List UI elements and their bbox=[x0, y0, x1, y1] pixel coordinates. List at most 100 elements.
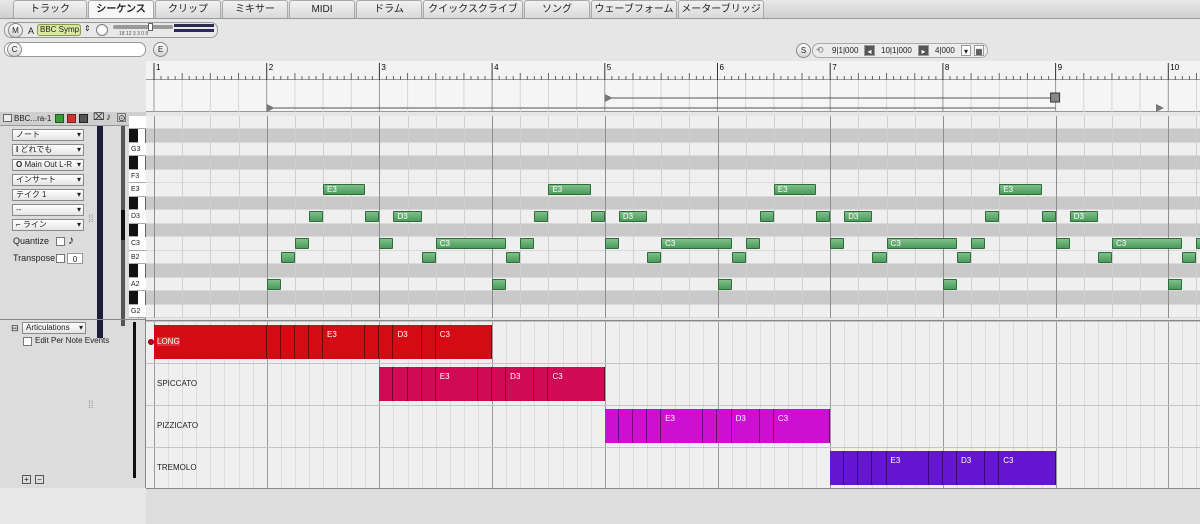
vertical-scroll-thumb[interactable] bbox=[121, 210, 125, 240]
black-key[interactable] bbox=[129, 129, 138, 143]
articulation-segment[interactable] bbox=[294, 325, 309, 359]
dash-dropdown[interactable]: -- bbox=[12, 204, 84, 216]
horizontal-scroll-area[interactable] bbox=[146, 488, 1200, 524]
transpose-checkbox[interactable] bbox=[56, 254, 65, 263]
articulation-block[interactable]: E3 D3 C3 bbox=[154, 325, 493, 359]
snap-button[interactable]: S bbox=[796, 43, 811, 58]
midi-note[interactable] bbox=[731, 251, 746, 263]
midi-note[interactable] bbox=[520, 238, 535, 250]
tab-quickscribe[interactable]: クイックスクライブ bbox=[423, 0, 523, 18]
articulation-lanes[interactable]: E3 D3 C3 LONG E3 D3 C3 SPICCATO E3 D3 C3 PIZZICATO E… bbox=[146, 320, 1200, 488]
articulation-segment[interactable] bbox=[478, 367, 493, 401]
record-button[interactable] bbox=[67, 114, 76, 123]
articulation-segment[interactable] bbox=[632, 409, 648, 443]
midi-note[interactable] bbox=[745, 238, 760, 250]
articulation-segment[interactable] bbox=[421, 367, 436, 401]
articulation-segment[interactable]: D3 bbox=[393, 325, 422, 359]
loop-length[interactable]: 4|000 bbox=[935, 46, 955, 55]
midi-note[interactable]: C3 bbox=[435, 238, 507, 250]
midi-note[interactable] bbox=[604, 238, 619, 250]
midi-note[interactable] bbox=[308, 211, 324, 223]
quantize-checkbox[interactable] bbox=[56, 237, 65, 246]
tab-clip[interactable]: クリップ bbox=[155, 0, 221, 18]
volume-slider-thumb[interactable] bbox=[148, 23, 153, 31]
line-dropdown[interactable]: ⌐ ライン bbox=[12, 219, 84, 231]
midi-note[interactable] bbox=[294, 238, 309, 250]
transpose-value[interactable]: 0 bbox=[67, 253, 83, 264]
insert-dropdown[interactable]: インサート bbox=[12, 174, 84, 186]
midi-note[interactable] bbox=[647, 251, 662, 263]
articulation-segment[interactable]: C3 bbox=[435, 325, 493, 359]
midi-note[interactable]: E3 bbox=[323, 184, 366, 196]
midi-note[interactable] bbox=[1041, 211, 1056, 223]
articulation-segment[interactable] bbox=[379, 367, 394, 401]
articulation-segment[interactable]: C3 bbox=[773, 409, 831, 443]
white-key[interactable] bbox=[129, 116, 146, 130]
midi-note[interactable] bbox=[534, 211, 549, 223]
midi-note[interactable] bbox=[280, 251, 295, 263]
tab-drum[interactable]: ドラム bbox=[356, 0, 422, 18]
articulation-segment[interactable] bbox=[393, 367, 408, 401]
articulation-segment[interactable] bbox=[365, 325, 380, 359]
midi-note[interactable] bbox=[365, 211, 380, 223]
black-key[interactable] bbox=[129, 264, 138, 278]
loop-end-arrow-icon[interactable]: ▸ bbox=[918, 45, 929, 56]
articulations-dropdown[interactable]: Articulations bbox=[22, 322, 86, 334]
midi-note[interactable]: D3 bbox=[393, 211, 422, 223]
articulation-segment[interactable] bbox=[830, 451, 845, 485]
edit-per-note-checkbox[interactable] bbox=[23, 337, 32, 346]
midi-note[interactable] bbox=[872, 251, 887, 263]
articulation-segment[interactable] bbox=[407, 367, 422, 401]
articulation-segment[interactable] bbox=[421, 325, 436, 359]
midi-note[interactable] bbox=[590, 211, 605, 223]
note-icon[interactable]: ♪ bbox=[106, 112, 111, 123]
tab-meterbridge[interactable]: メーターブリッジ bbox=[678, 0, 764, 18]
track-name[interactable]: BBC...ra-1 bbox=[14, 114, 51, 123]
monitor-button[interactable] bbox=[79, 114, 88, 123]
loop-end[interactable]: 10|1|000 bbox=[881, 46, 912, 55]
black-key[interactable] bbox=[129, 291, 138, 305]
instrument-selector[interactable]: BBC Symp... bbox=[37, 24, 81, 36]
articulation-segment[interactable]: C3 bbox=[999, 451, 1056, 485]
remove-lane-button[interactable]: − bbox=[35, 475, 44, 484]
loop-marker-lane[interactable] bbox=[146, 80, 1200, 112]
midi-note[interactable]: D3 bbox=[618, 211, 648, 223]
loop-start-arrow-icon[interactable]: ◂ bbox=[864, 45, 875, 56]
quantize-note-icon[interactable]: ♪ bbox=[68, 233, 74, 247]
black-key[interactable] bbox=[129, 223, 138, 238]
articulation-segment[interactable] bbox=[858, 451, 873, 485]
articulation-segment[interactable] bbox=[717, 409, 732, 443]
take-dropdown[interactable]: テイク 1 bbox=[12, 189, 84, 201]
length-dropdown-icon[interactable]: ▾ bbox=[961, 45, 971, 56]
volume-slider-track[interactable] bbox=[113, 25, 173, 29]
articulation-block[interactable]: E3 D3 C3 bbox=[830, 451, 1056, 485]
tab-sequence[interactable]: シーケンス bbox=[88, 0, 154, 18]
midi-note[interactable] bbox=[1168, 278, 1183, 290]
articulation-block[interactable]: E3 D3 C3 bbox=[604, 409, 831, 443]
tab-waveform[interactable]: ウェーブフォーム bbox=[591, 0, 677, 18]
articulation-segment[interactable] bbox=[618, 409, 633, 443]
mute-button[interactable]: M bbox=[8, 23, 23, 38]
midi-note[interactable]: E3 bbox=[548, 184, 591, 196]
note-dropdown[interactable]: ノート bbox=[12, 129, 84, 141]
midi-note[interactable] bbox=[506, 251, 521, 263]
articulation-segment[interactable] bbox=[928, 451, 943, 485]
velocity-scrollbar[interactable] bbox=[97, 126, 103, 338]
midi-note[interactable] bbox=[956, 251, 972, 263]
bar-ruler[interactable]: 1 2 3 4 5 6 7 8 9 10 bbox=[146, 61, 1200, 80]
midi-note[interactable] bbox=[816, 211, 831, 223]
midi-note[interactable] bbox=[717, 278, 732, 290]
articulation-segment[interactable] bbox=[266, 325, 281, 359]
pan-knob[interactable] bbox=[96, 24, 108, 36]
midi-note[interactable]: C3 bbox=[1111, 238, 1183, 250]
midi-note[interactable] bbox=[759, 211, 774, 223]
tab-song[interactable]: ソング bbox=[524, 0, 590, 18]
midi-note[interactable]: C3 bbox=[661, 238, 732, 250]
midi-note[interactable]: E3 bbox=[999, 184, 1042, 196]
articulation-segment[interactable]: D3 bbox=[731, 409, 760, 443]
midi-note[interactable] bbox=[942, 278, 957, 290]
loop-start[interactable]: 9|1|000 bbox=[832, 46, 858, 55]
channel-dropdown[interactable]: I どれでも bbox=[12, 144, 84, 156]
articulation-segment[interactable]: C3 bbox=[548, 367, 605, 401]
articulation-segment[interactable]: E3 bbox=[886, 451, 929, 485]
